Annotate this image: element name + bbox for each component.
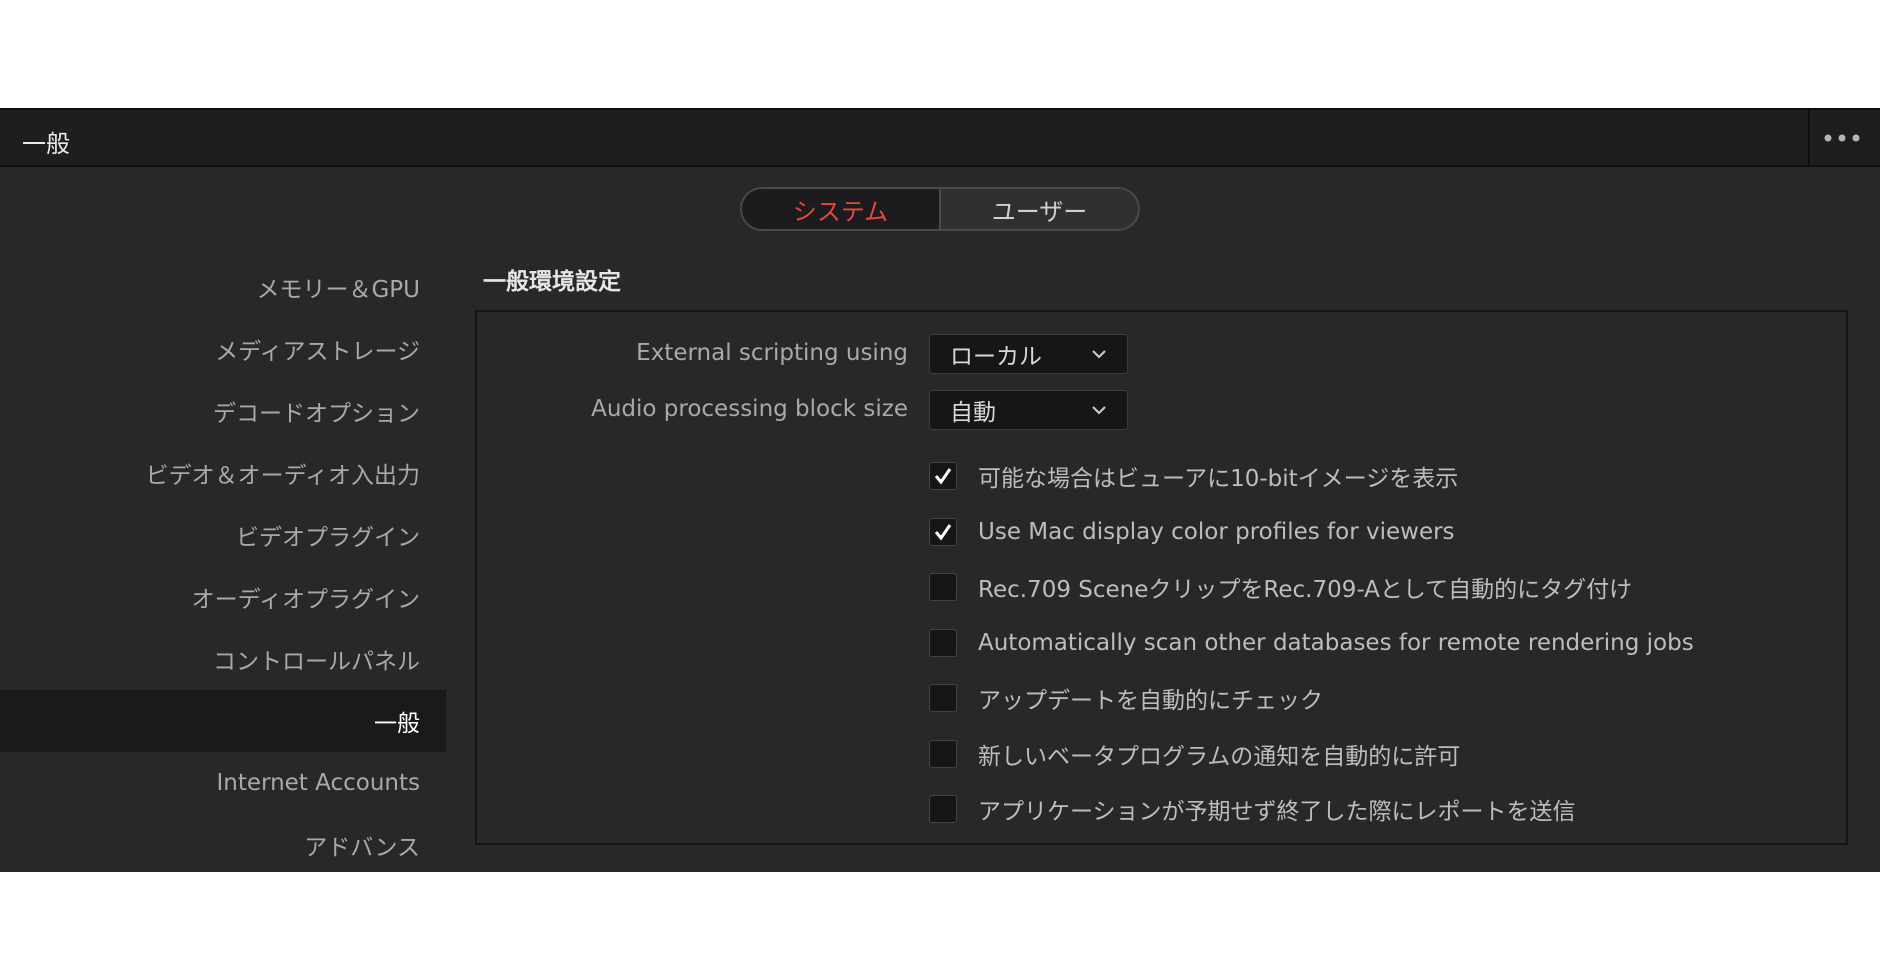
beta-notifications-checkbox[interactable]: [929, 740, 957, 768]
scan-databases-checkbox[interactable]: [929, 629, 957, 657]
chevron-down-icon: [1092, 406, 1106, 415]
external-scripting-label: External scripting using: [636, 340, 908, 366]
sidebar-item-memory-gpu[interactable]: メモリー＆GPU: [0, 256, 446, 318]
chevron-down-icon: [1092, 350, 1106, 359]
option-row: 可能な場合はビューアに10-bitイメージを表示: [929, 460, 1458, 492]
option-row: Use Mac display color profiles for viewe…: [929, 516, 1455, 548]
preferences-window: 一般 システム ユーザー メモリー＆GPU メディアストレージ デコードオプショ…: [0, 108, 1880, 872]
sidebar-item-advanced[interactable]: アドバンス: [0, 814, 446, 872]
section-title: 一般環境設定: [483, 269, 621, 295]
ellipsis-icon: [1824, 134, 1860, 142]
option-row: Automatically scan other databases for r…: [929, 627, 1694, 659]
external-scripting-value: ローカル: [950, 344, 1042, 370]
title-bar-divider: [1808, 110, 1810, 167]
more-options-button[interactable]: [1822, 124, 1862, 152]
sidebar-item-video-audio-io[interactable]: ビデオ＆オーディオ入出力: [0, 442, 446, 504]
mac-color-profiles-label: Use Mac display color profiles for viewe…: [978, 519, 1455, 545]
checkmark-icon: [934, 524, 952, 541]
show-10bit-checkbox[interactable]: [929, 462, 957, 490]
sidebar-item-internet-accounts[interactable]: Internet Accounts: [0, 752, 446, 814]
audio-block-size-dropdown[interactable]: 自動: [929, 390, 1128, 430]
sidebar-item-decode-options[interactable]: デコードオプション: [0, 380, 446, 442]
audio-block-size-label: Audio processing block size: [591, 396, 908, 422]
option-row: アップデートを自動的にチェック: [929, 682, 1323, 714]
option-row: 新しいベータプログラムの通知を自動的に許可: [929, 738, 1460, 770]
crash-report-checkbox[interactable]: [929, 795, 957, 823]
option-row: Rec.709 SceneクリップをRec.709-Aとして自動的にタグ付け: [929, 571, 1632, 603]
rec709-tag-label: Rec.709 SceneクリップをRec.709-Aとして自動的にタグ付け: [978, 577, 1633, 603]
audio-block-size-value: 自動: [950, 400, 996, 426]
sidebar-item-audio-plugins[interactable]: オーディオプラグイン: [0, 566, 446, 628]
scan-databases-label: Automatically scan other databases for r…: [978, 630, 1694, 656]
crash-report-label: アプリケーションが予期せず終了した際にレポートを送信: [978, 799, 1576, 825]
checkmark-icon: [934, 468, 952, 485]
show-10bit-label: 可能な場合はビューアに10-bitイメージを表示: [978, 466, 1459, 492]
tab-system[interactable]: システム: [742, 189, 941, 229]
rec709-tag-checkbox[interactable]: [929, 573, 957, 601]
check-updates-label: アップデートを自動的にチェック: [978, 688, 1323, 714]
sidebar-item-video-plugins[interactable]: ビデオプラグイン: [0, 504, 446, 566]
title-bar: 一般: [0, 110, 1880, 167]
beta-notifications-label: 新しいベータプログラムの通知を自動的に許可: [978, 744, 1461, 770]
check-updates-checkbox[interactable]: [929, 684, 957, 712]
mac-color-profiles-checkbox[interactable]: [929, 518, 957, 546]
window-title: 一般: [22, 130, 70, 158]
sidebar-item-general[interactable]: 一般: [0, 690, 446, 752]
sidebar-item-media-storage[interactable]: メディアストレージ: [0, 318, 446, 380]
general-settings-panel: External scripting using ローカル Audio proc…: [475, 310, 1848, 845]
sidebar-item-control-panels[interactable]: コントロールパネル: [0, 628, 446, 690]
external-scripting-dropdown[interactable]: ローカル: [929, 334, 1128, 374]
scope-tabs: システム ユーザー: [740, 187, 1140, 231]
sidebar: メモリー＆GPU メディアストレージ デコードオプション ビデオ＆オーディオ入出…: [0, 256, 446, 872]
tab-user[interactable]: ユーザー: [941, 189, 1138, 229]
option-row: アプリケーションが予期せず終了した際にレポートを送信: [929, 793, 1576, 825]
